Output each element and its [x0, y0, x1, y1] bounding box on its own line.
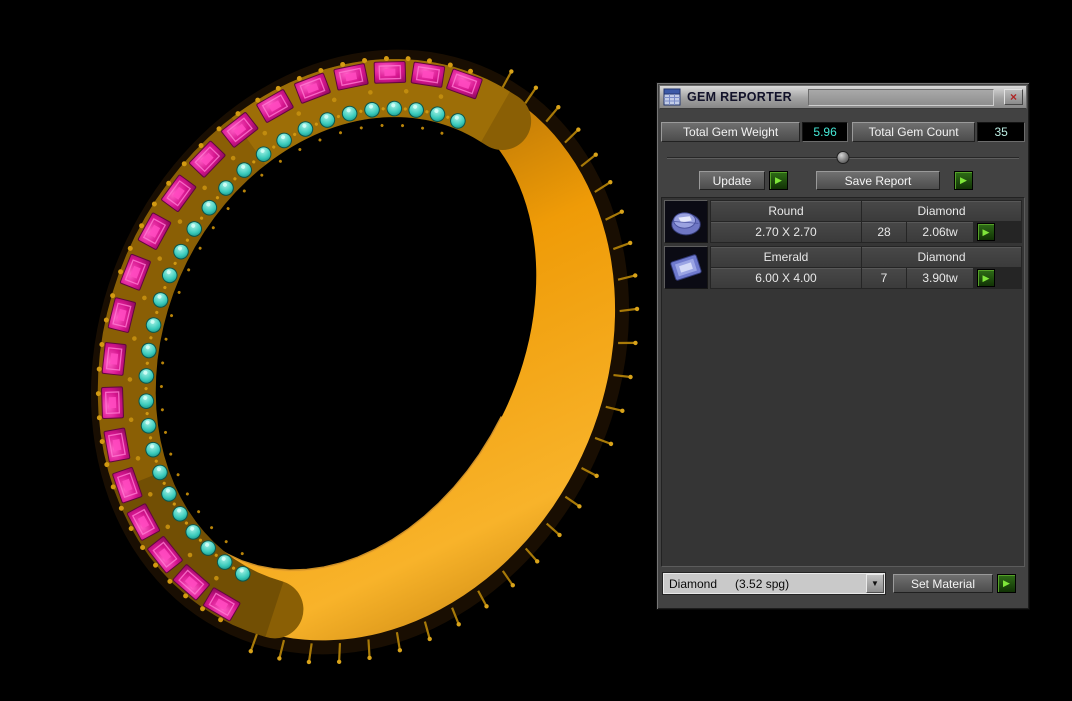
material-row: Diamond (3.52 spg) ▼ Set Material ▶: [663, 573, 1023, 594]
gem-size-cell: 2.70 X 2.70: [711, 222, 861, 242]
gem-reporter-window: GEM REPORTER × Total Gem Weight 5.96 Tot…: [656, 82, 1030, 610]
material-dropdown-button[interactable]: ▼: [866, 574, 884, 593]
gem-count-cell: 28: [862, 222, 906, 242]
rollup-divider: [667, 151, 1019, 164]
gem-shape-cell: Emerald: [711, 247, 861, 267]
material-dropdown-value: Diamond (3.52 spg): [664, 577, 866, 591]
set-material-button[interactable]: Set Material: [893, 574, 993, 593]
window-title: GEM REPORTER: [687, 90, 792, 104]
update-button[interactable]: Update: [699, 171, 765, 190]
close-icon: ×: [1010, 90, 1017, 104]
gem-list-row-emerald: Emerald Diamond 6.00 X 4.00 7 3.90tw ▶: [664, 246, 1022, 289]
gem-row-grid: Round Diamond 2.70 X 2.70 28 2.06tw ▶: [710, 200, 1022, 243]
totals-row: Total Gem Weight 5.96 Total Gem Count 35: [661, 122, 1025, 142]
title-groove: [808, 89, 994, 106]
gem-row-go-button[interactable]: ▶: [977, 223, 995, 241]
green-arrow-icon: ▶: [960, 175, 967, 185]
total-gem-count-value: 35: [977, 122, 1025, 142]
rollup-knob[interactable]: [837, 151, 850, 164]
bangle-render: [0, 0, 660, 701]
material-name: Diamond: [669, 577, 717, 591]
gem-material-cell: Diamond: [862, 247, 1021, 267]
gem-reporter-icon: [663, 88, 681, 106]
chevron-down-icon: ▼: [871, 579, 879, 588]
title-bar[interactable]: GEM REPORTER ×: [659, 85, 1027, 109]
save-report-go-button[interactable]: ▶: [954, 171, 973, 190]
gem-row-go-button[interactable]: ▶: [977, 269, 995, 287]
green-arrow-icon: ▶: [1003, 578, 1010, 588]
gem-shape-cell: Round: [711, 201, 861, 221]
round-gem-icon: [665, 201, 707, 242]
gem-material-cell: Diamond: [862, 201, 1021, 221]
green-arrow-icon: ▶: [775, 175, 782, 185]
total-gem-count-label: Total Gem Count: [852, 122, 975, 142]
gem-size-cell: 6.00 X 4.00: [711, 268, 861, 288]
material-spg: (3.52 spg): [735, 577, 789, 591]
gem-row-action-cell: ▶: [974, 222, 1021, 242]
close-button[interactable]: ×: [1004, 89, 1023, 105]
save-report-button[interactable]: Save Report: [816, 171, 940, 190]
green-arrow-icon: ▶: [983, 273, 990, 283]
material-dropdown[interactable]: Diamond (3.52 spg) ▼: [663, 573, 885, 594]
total-gem-weight-value: 5.96: [802, 122, 848, 142]
gem-count-cell: 7: [862, 268, 906, 288]
green-arrow-icon: ▶: [983, 227, 990, 237]
gem-list: Round Diamond 2.70 X 2.70 28 2.06tw ▶: [661, 197, 1025, 567]
gem-row-action-cell: ▶: [974, 268, 1021, 288]
emerald-gem-thumbnail[interactable]: [664, 246, 708, 289]
gem-weight-cell: 2.06tw: [907, 222, 973, 242]
gem-weight-cell: 3.90tw: [907, 268, 973, 288]
actions-row: Update ▶ Save Report ▶: [699, 171, 1029, 190]
set-material-go-button[interactable]: ▶: [997, 574, 1016, 593]
gem-list-row-round: Round Diamond 2.70 X 2.70 28 2.06tw ▶: [664, 200, 1022, 243]
gem-row-grid: Emerald Diamond 6.00 X 4.00 7 3.90tw ▶: [710, 246, 1022, 289]
emerald-gem-icon: [665, 247, 707, 288]
total-gem-weight-label: Total Gem Weight: [661, 122, 800, 142]
update-go-button[interactable]: ▶: [769, 171, 788, 190]
round-gem-thumbnail[interactable]: [664, 200, 708, 243]
